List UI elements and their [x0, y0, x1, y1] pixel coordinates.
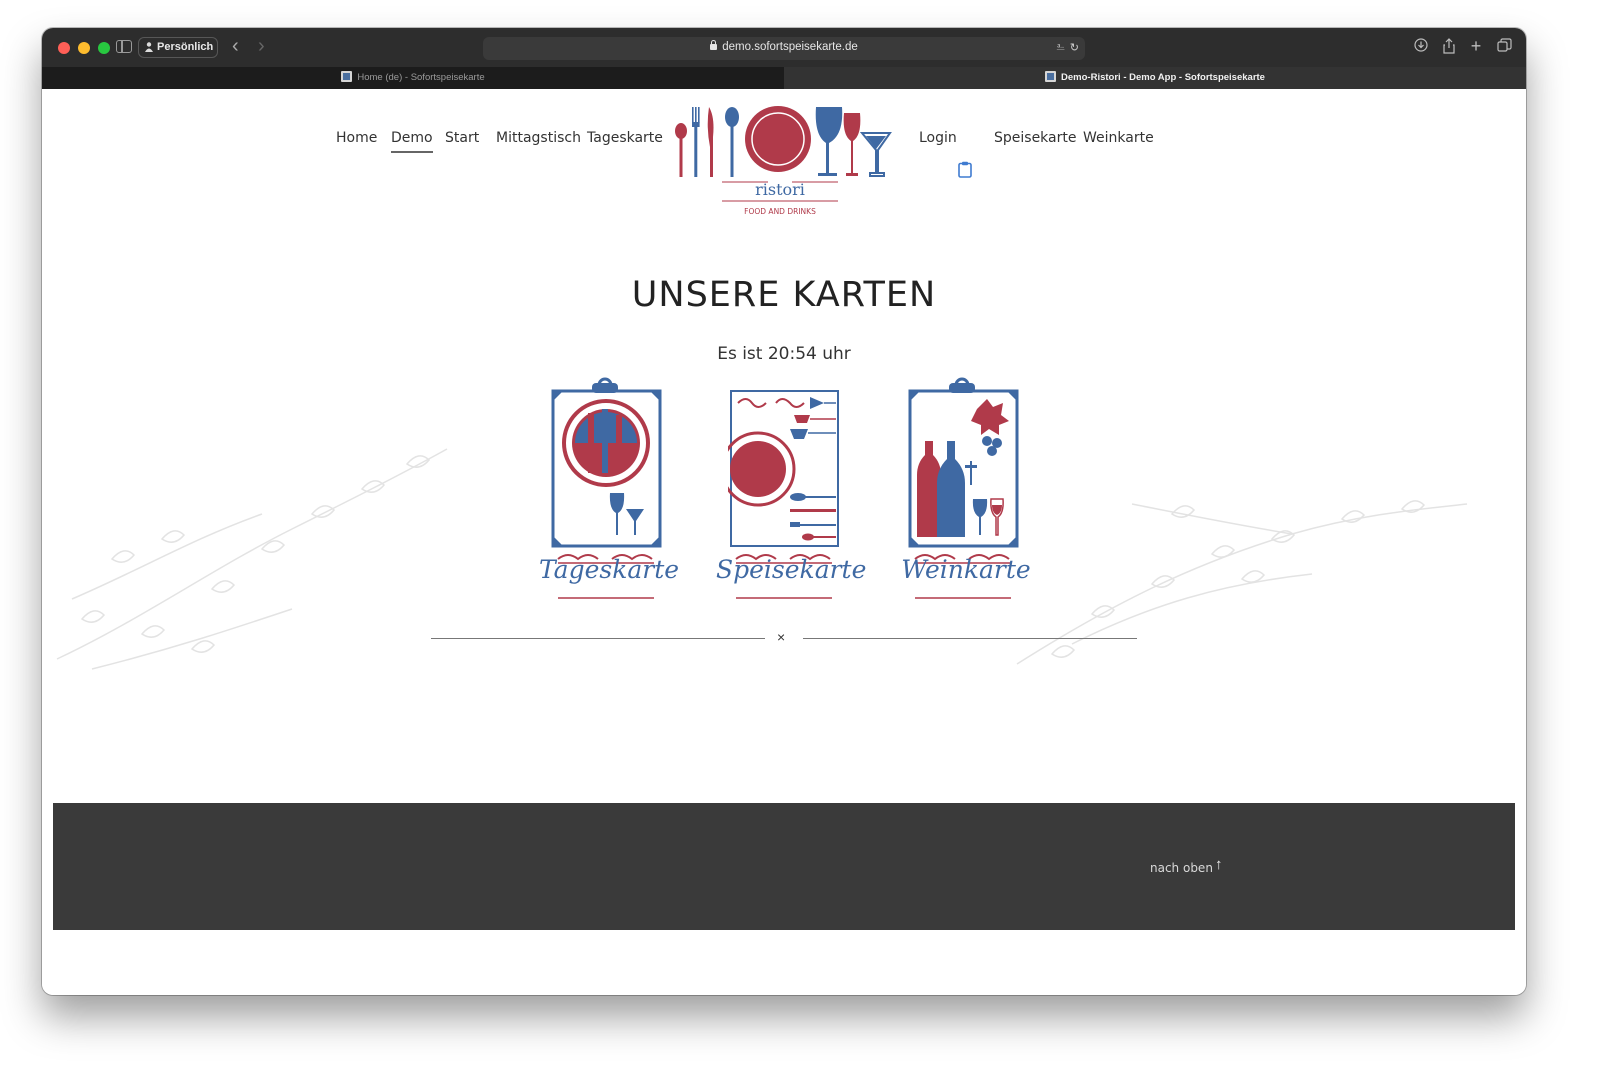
tab-demo-ristori[interactable]: Demo-Ristori - Demo App - Sofortspeiseka… [784, 67, 1526, 89]
clipboard-icon[interactable] [958, 161, 972, 178]
web-page: Home Demo Start Mittagstisch Tageskarte … [42, 89, 1526, 995]
browser-toolbar: Persönlich ⌄ ‹ › demo.sofortspeisekarte.… [42, 28, 1526, 67]
lock-icon [710, 40, 718, 50]
person-icon [145, 42, 153, 52]
nav-home[interactable]: Home [336, 130, 377, 146]
divider-right [803, 638, 1137, 639]
nav-weinkarte[interactable]: Weinkarte [1083, 130, 1154, 146]
card-label-weinkarte: Weinkarte [901, 555, 1031, 584]
sidebar-toggle-icon[interactable] [116, 40, 132, 53]
forward-arrow-icon[interactable]: › [258, 34, 265, 58]
tab-home[interactable]: Home (de) - Sofortspeisekarte [42, 67, 784, 89]
vine-decoration-left [56, 448, 448, 670]
card-label-tageskarte: Tageskarte [538, 555, 680, 584]
logo-name: ristori [755, 180, 805, 199]
download-icon[interactable] [1413, 38, 1429, 54]
arrow-up-icon[interactable]: ↑ [1215, 856, 1223, 873]
chevron-down-icon: ⌄ [204, 42, 212, 52]
divider-close-icon: × [777, 629, 786, 645]
nav-mittagstisch[interactable]: Mittagstisch [496, 130, 581, 146]
logo-tagline: FOOD AND DRINKS [744, 207, 816, 216]
ristori-logo[interactable]: ristori FOOD AND DRINKS [668, 103, 904, 221]
tab-overview-icon[interactable] [1496, 38, 1512, 54]
address-bar[interactable]: demo.sofortspeisekarte.de ⎁ ↻ [483, 37, 1085, 60]
close-window-button[interactable] [58, 42, 70, 54]
card-weinkarte[interactable]: Weinkarte [901, 369, 1031, 609]
zoom-window-button[interactable] [98, 42, 110, 54]
back-to-top-link[interactable]: nach oben [1150, 861, 1213, 875]
tab-bar: Home (de) - Sofortspeisekarte Demo-Risto… [42, 67, 1526, 89]
nav-demo[interactable]: Demo [391, 130, 433, 153]
nav-tageskarte[interactable]: Tageskarte [587, 130, 663, 146]
nav-speisekarte[interactable]: Speisekarte [994, 130, 1076, 146]
translate-icon[interactable]: ⎁ [1056, 41, 1065, 54]
logo-graphic: ristori FOOD AND DRINKS [675, 106, 892, 216]
tab-label: Demo-Ristori - Demo App - Sofortspeiseka… [1061, 72, 1265, 83]
divider-left [431, 638, 765, 639]
page-title: UNSERE KARTEN [631, 275, 937, 315]
card-speisekarte[interactable]: Speisekarte [716, 369, 866, 609]
new-tab-icon[interactable]: + [1468, 37, 1484, 55]
card-label-speisekarte: Speisekarte [716, 555, 867, 584]
share-icon[interactable] [1441, 38, 1457, 54]
card-tageskarte[interactable]: Tageskarte [539, 369, 679, 609]
tab-label: Home (de) - Sofortspeisekarte [357, 72, 485, 83]
current-time-text: Es ist 20:54 uhr [717, 344, 851, 364]
site-favicon-icon [341, 71, 353, 82]
site-favicon-icon [1045, 71, 1057, 82]
browser-window: Persönlich ⌄ ‹ › demo.sofortspeisekarte.… [42, 28, 1526, 995]
nav-start[interactable]: Start [445, 130, 479, 146]
minimize-window-button[interactable] [78, 42, 90, 54]
url-text: demo.sofortspeisekarte.de [722, 41, 858, 53]
back-arrow-icon[interactable]: ‹ [232, 34, 239, 58]
profile-menu-button[interactable]: Persönlich ⌄ [138, 37, 218, 58]
vine-decoration-right [1016, 500, 1468, 665]
reload-icon[interactable]: ↻ [1070, 41, 1079, 54]
page-footer: nach oben ↑ [53, 803, 1515, 930]
nav-login[interactable]: Login [919, 130, 957, 146]
